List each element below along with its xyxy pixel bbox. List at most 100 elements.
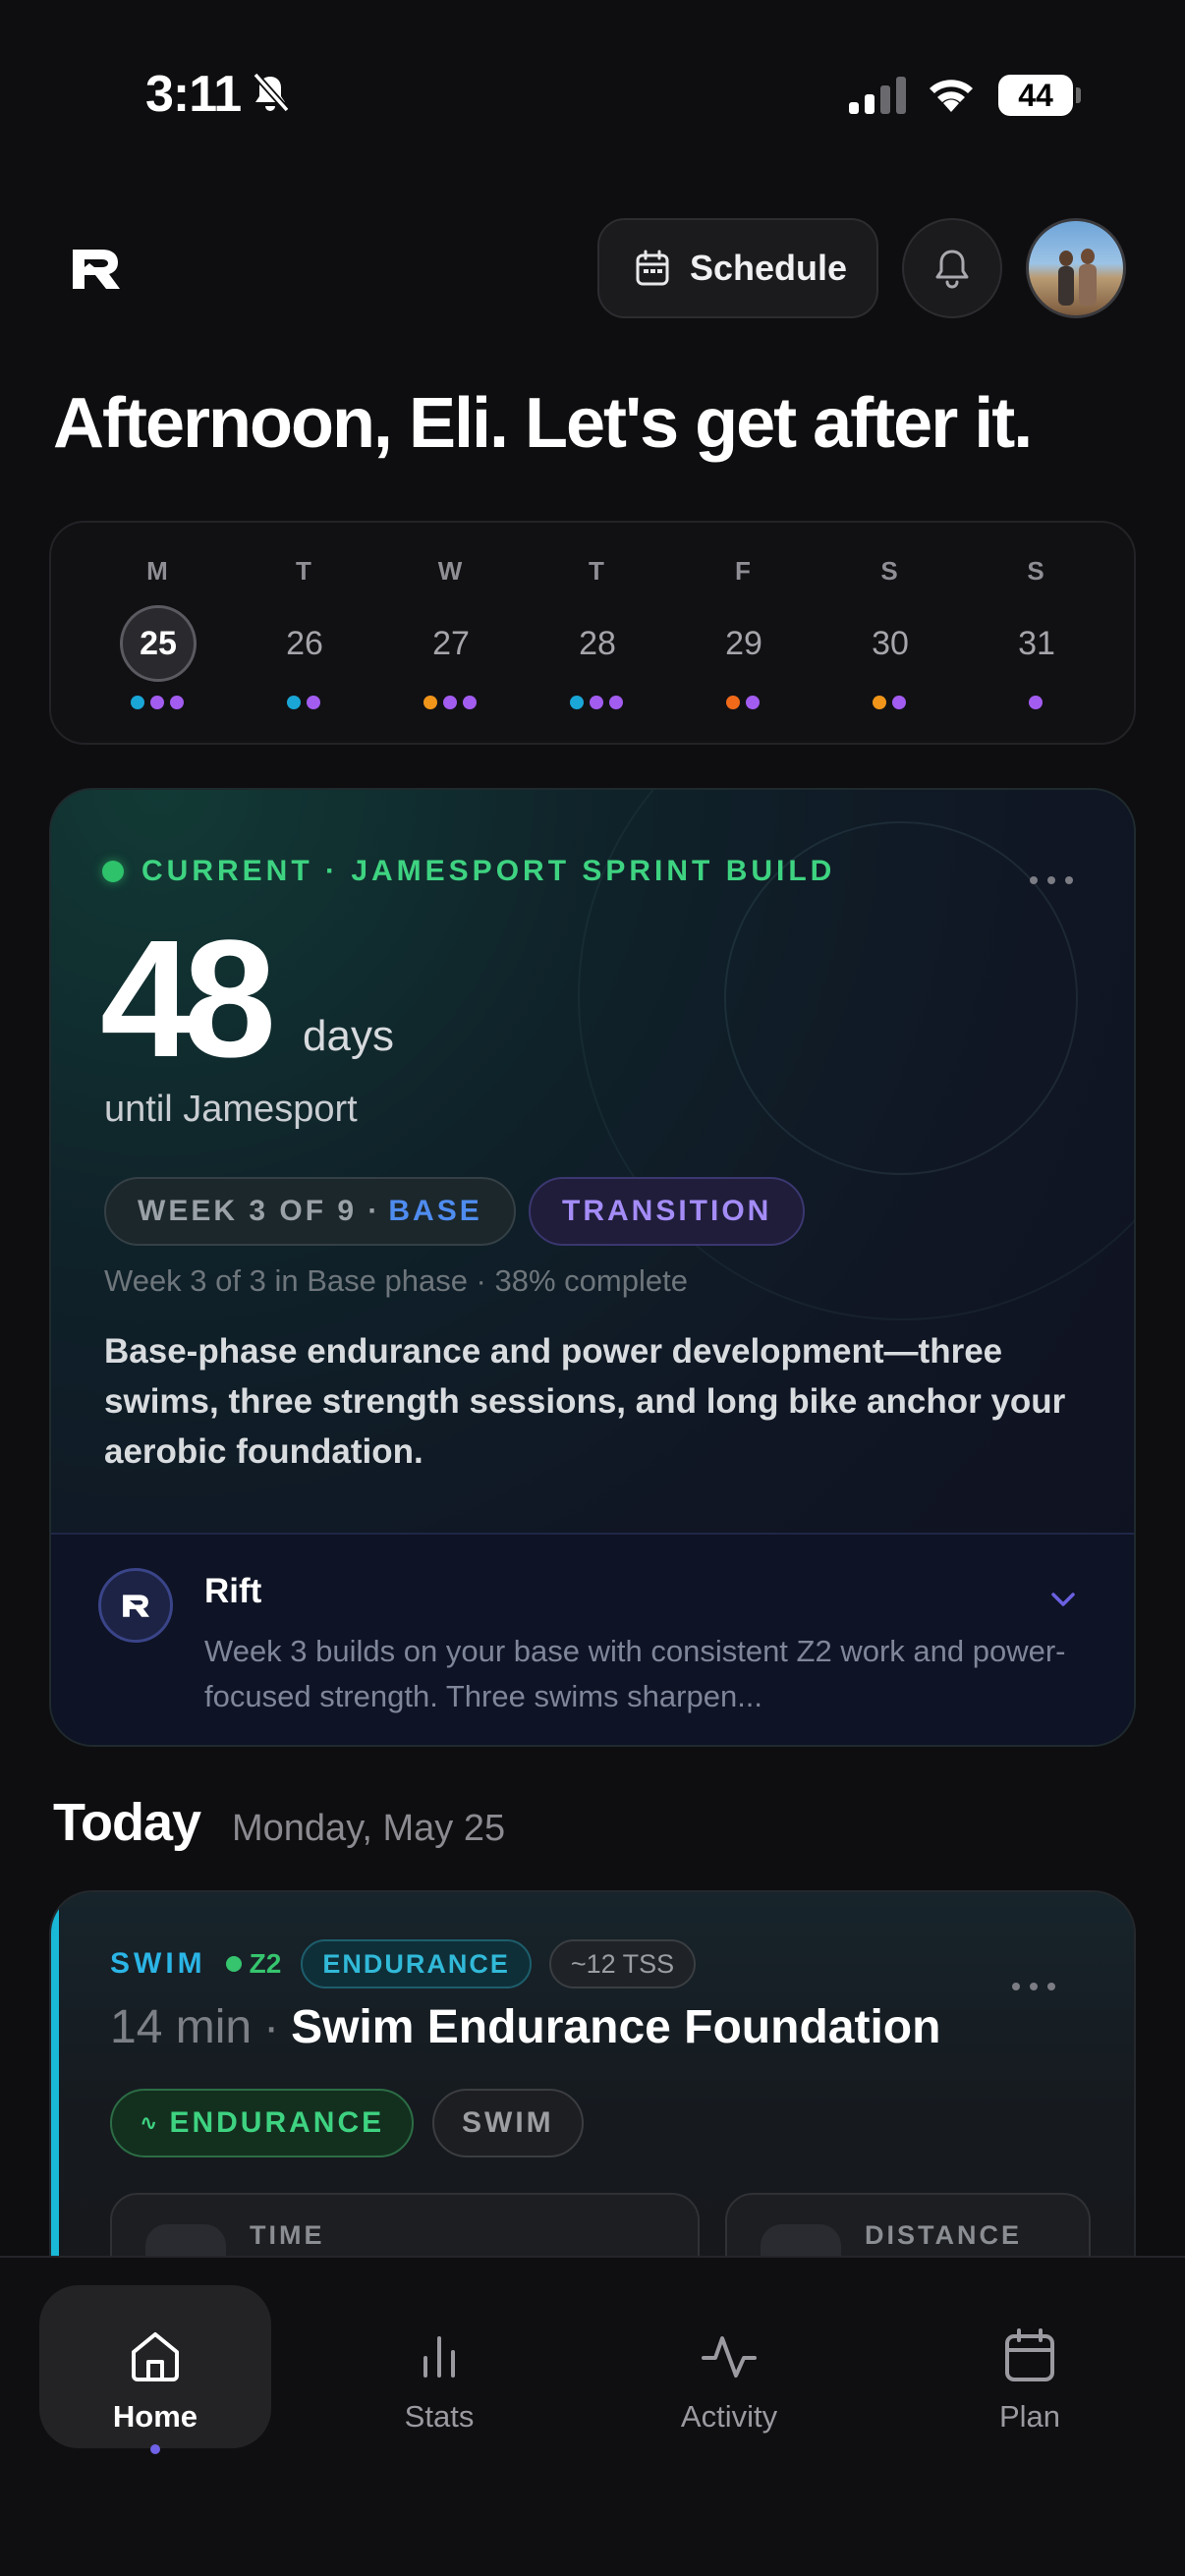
day-number: 31 <box>1018 625 1055 662</box>
day-activity-dots <box>987 696 1085 709</box>
day-number: 27 <box>432 625 470 662</box>
zone-dot <box>225 1956 242 1972</box>
week-day-sat[interactable]: S 30 <box>840 523 938 747</box>
day-letter: S <box>1027 556 1044 586</box>
phase-pill-label: BASE <box>388 1195 482 1227</box>
transition-pill: TRANSITION <box>529 1177 806 1246</box>
zone-label: Z2 <box>225 1948 282 1980</box>
day-activity-dots <box>108 696 206 709</box>
more-dot <box>1030 1983 1038 1990</box>
activity-dot <box>570 696 584 709</box>
day-activity-dots <box>401 696 499 709</box>
notifications-button[interactable] <box>902 218 1002 318</box>
wifi-icon <box>930 80 973 112</box>
tab-label: Stats <box>404 2399 475 2434</box>
activity-icon <box>702 2336 757 2378</box>
more-dot <box>1012 1983 1020 1990</box>
day-number: 25 <box>120 605 197 682</box>
cell-signal-icon <box>849 77 906 114</box>
calendar-icon <box>636 250 669 286</box>
activity-dot <box>873 696 886 709</box>
tab-activity[interactable]: Activity <box>613 2285 845 2448</box>
tab-stats[interactable]: Stats <box>323 2285 555 2448</box>
day-number: 29 <box>725 625 762 662</box>
tab-home[interactable]: Home <box>39 2285 271 2454</box>
more-dot <box>1047 876 1055 884</box>
week-day-wed[interactable]: W 27 <box>401 523 499 747</box>
rift-message: Week 3 builds on your base with consiste… <box>204 1634 1066 1713</box>
week-day-sun[interactable]: S 31 <box>987 523 1085 747</box>
workout-more-button[interactable] <box>1012 1983 1055 1990</box>
endurance-pill: ∿ ENDURANCE <box>110 2089 415 2157</box>
day-letter: T <box>589 556 604 586</box>
day-letter: W <box>437 556 463 586</box>
tab-plan[interactable]: Plan <box>914 2285 1146 2448</box>
activity-dot <box>746 696 760 709</box>
day-number: 28 <box>579 625 616 662</box>
plan-description: Base-phase endurance and power developme… <box>104 1332 1066 1471</box>
schedule-button[interactable]: Schedule <box>597 218 878 318</box>
battery-level: 44 <box>998 75 1073 116</box>
week-day-tue[interactable]: T 26 <box>254 523 353 747</box>
activity-dot <box>892 696 906 709</box>
activity-dot <box>131 696 144 709</box>
week-strip: M 25 T 26 W 27 T 28 F 29 S 30 S 31 <box>49 521 1136 745</box>
day-activity-dots <box>694 696 792 709</box>
chevron-down-icon[interactable] <box>1047 1584 1079 1615</box>
distance-stat-label: DISTANCE <box>865 2220 1023 2250</box>
active-tab-indicator <box>150 2444 160 2454</box>
title-separator: · <box>263 2001 280 2053</box>
status-time: 3:11 <box>145 66 242 123</box>
home-icon <box>132 2332 179 2381</box>
avatar-photo <box>1058 249 1097 306</box>
days-unit: days <box>303 1012 394 1060</box>
stats-icon <box>423 2336 455 2378</box>
tab-label: Activity <box>680 2399 778 2434</box>
status-bar: 3:11 44 <box>0 0 1185 196</box>
zone-text: Z2 <box>249 1948 282 1979</box>
activity-dot <box>726 696 740 709</box>
day-number: 30 <box>872 625 909 662</box>
greeting-heading: Afternoon, Eli. Let's get after it. <box>53 384 1033 463</box>
activity-dot <box>590 696 603 709</box>
week-phase-pill: WEEK 3 OF 9 · BASE <box>104 1177 516 1246</box>
days-countdown: 48 <box>100 906 276 1092</box>
day-activity-dots <box>547 696 646 709</box>
silent-bell-icon <box>253 72 290 113</box>
battery-indicator: 44 <box>998 75 1081 116</box>
rift-avatar <box>98 1568 173 1643</box>
day-letter: S <box>880 556 898 586</box>
current-plan-card[interactable]: CURRENT · JAMESPORT SPRINT BUILD 48 days… <box>49 788 1136 1747</box>
activity-dot <box>463 696 477 709</box>
endurance-pill-label: ENDURANCE <box>169 2106 385 2139</box>
day-letter: M <box>146 556 168 586</box>
tab-label: Home <box>112 2399 198 2434</box>
week-day-mon[interactable]: M 25 <box>108 523 206 747</box>
bottom-tab-bar: Home Stats Activity Plan <box>0 2256 1185 2576</box>
week-day-fri[interactable]: F 29 <box>694 523 792 747</box>
rift-logo-icon <box>123 1595 149 1617</box>
day-activity-dots <box>840 696 938 709</box>
activity-dot <box>287 696 301 709</box>
race-label: until Jamesport <box>104 1089 358 1130</box>
calendar-icon <box>1005 2328 1054 2381</box>
day-letter: T <box>296 556 311 586</box>
rift-title: Rift <box>204 1572 262 1610</box>
workout-type-tag: ENDURANCE <box>301 1939 532 1988</box>
workout-title: 14 min · Swim Endurance Foundation <box>110 2000 940 2054</box>
bell-icon <box>935 250 969 289</box>
activity-dot <box>150 696 164 709</box>
today-date: Monday, May 25 <box>232 1808 506 1849</box>
plan-more-button[interactable] <box>1030 876 1073 884</box>
activity-dot <box>307 696 320 709</box>
workout-name: Swim Endurance Foundation <box>291 2001 941 2053</box>
profile-avatar[interactable] <box>1026 218 1126 318</box>
rift-coach-panel[interactable]: Rift Week 3 builds on your base with con… <box>51 1533 1134 1745</box>
activity-dot <box>609 696 623 709</box>
week-day-thu[interactable]: T 28 <box>547 523 646 747</box>
tab-label: Plan <box>998 2399 1061 2434</box>
app-logo-icon <box>73 250 120 289</box>
activity-dot <box>443 696 457 709</box>
activity-dot <box>1029 696 1043 709</box>
day-letter: F <box>735 556 751 586</box>
